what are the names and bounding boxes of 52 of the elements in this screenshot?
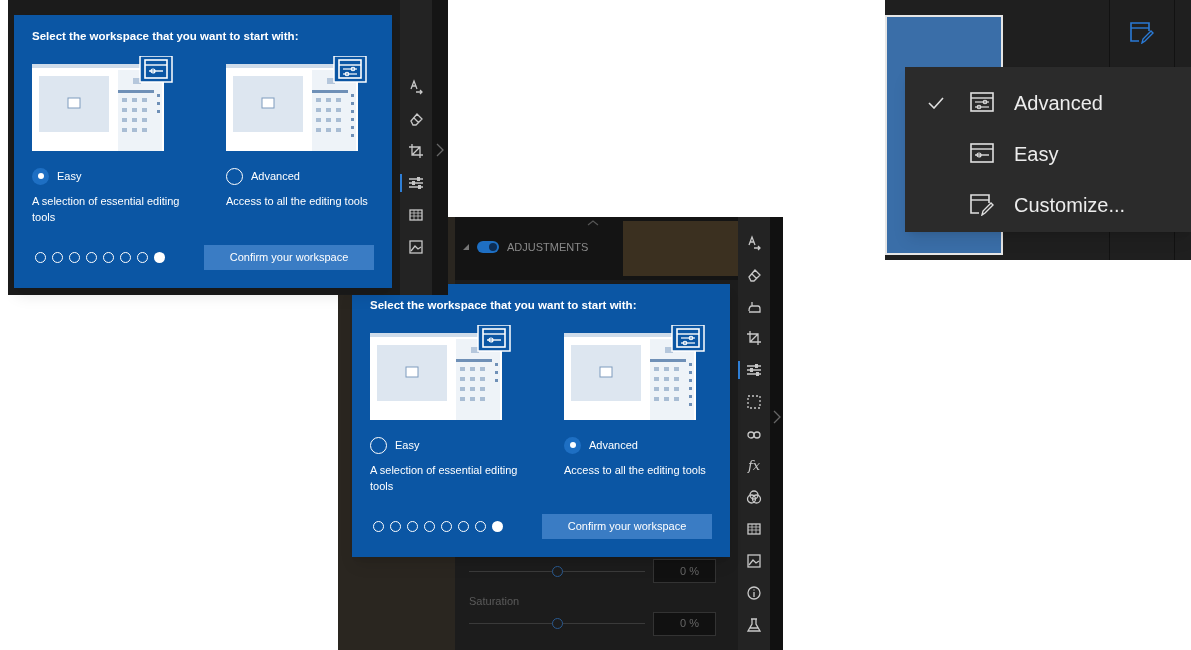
chevron-icon[interactable]: [773, 410, 781, 424]
selected-indicator: [400, 174, 402, 192]
sliders-icon[interactable]: [746, 362, 762, 379]
crop-icon[interactable]: [408, 143, 424, 159]
crop-icon[interactable]: [746, 330, 762, 347]
image-icon[interactable]: [746, 552, 762, 569]
selected-indicator: [738, 361, 740, 380]
fx-icon[interactable]: fx: [747, 459, 761, 473]
option-description: Access to all the editing tools: [564, 462, 707, 478]
toggle-switch[interactable]: [477, 240, 499, 253]
text-arrows-icon[interactable]: [408, 79, 424, 95]
flask-icon[interactable]: [746, 616, 762, 633]
dialog-title: Select the workspace that you want to start with:: [32, 31, 300, 43]
dialog-title: Select the workspace that you want to start with:: [370, 300, 638, 312]
info-icon[interactable]: [746, 584, 762, 601]
menu-item[interactable]: Advanced: [905, 80, 1191, 125]
eraser-icon[interactable]: [408, 111, 424, 127]
radio-button[interactable]: [32, 167, 49, 185]
option-description: A selection of essential editing tools: [370, 462, 518, 494]
grid-icon[interactable]: [746, 521, 762, 538]
option-label: Advanced: [251, 168, 300, 184]
radio-option[interactable]: Advanced: [226, 167, 374, 185]
menu-item[interactable]: Customize...: [905, 182, 1191, 227]
slider-label: Saturation: [469, 594, 521, 609]
radio-button[interactable]: [564, 436, 581, 454]
slider-thumb[interactable]: [552, 565, 563, 577]
option-label: Easy: [57, 168, 82, 184]
option-description: A selection of essential editing tools: [32, 193, 180, 225]
circles-icon[interactable]: [746, 489, 762, 506]
section-title: ADJUSTMENTS: [507, 239, 589, 255]
confirm-button[interactable]: Confirm your workspace: [542, 514, 712, 539]
option-description: Access to all the editing tools: [226, 193, 369, 209]
collapse-triangle-icon[interactable]: [463, 243, 469, 250]
radio-option[interactable]: Advanced: [564, 436, 712, 454]
caret-icon[interactable]: [587, 220, 599, 226]
grid-icon[interactable]: [408, 207, 424, 223]
sliders-panel-icon: [970, 91, 994, 114]
radio-option[interactable]: Easy: [32, 167, 180, 185]
slider-thumb[interactable]: [552, 618, 563, 629]
option-label: Advanced: [589, 437, 638, 453]
customize-icon[interactable]: [1130, 22, 1154, 44]
radio-option[interactable]: Easy: [370, 436, 518, 454]
image-icon[interactable]: [408, 239, 424, 255]
sliders-icon[interactable]: [408, 175, 424, 191]
chevron-icon[interactable]: [436, 143, 444, 157]
selection-icon[interactable]: [746, 394, 762, 410]
slider-panel-icon: [970, 142, 994, 165]
option-label: Easy: [395, 437, 420, 453]
text-arrows-icon[interactable]: [746, 235, 762, 251]
menu-item[interactable]: Easy: [905, 131, 1191, 176]
customize-icon: [970, 193, 994, 216]
confirm-button[interactable]: Confirm your workspace: [204, 245, 374, 270]
